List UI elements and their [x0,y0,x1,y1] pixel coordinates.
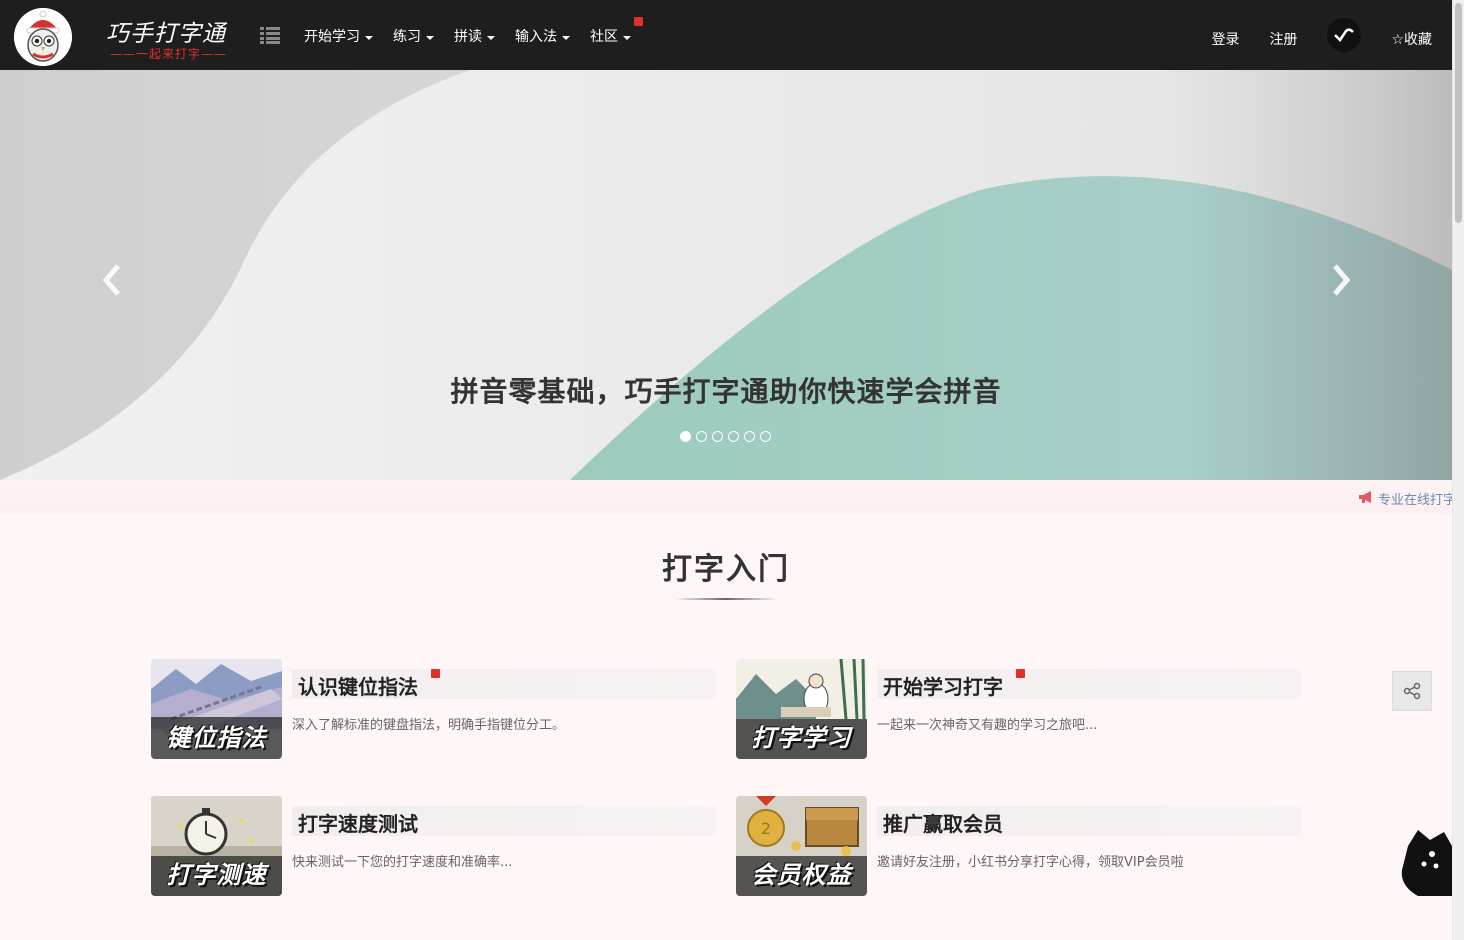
nav-pinyin-reading[interactable]: 拼读 [454,26,495,46]
caret-down-icon [623,36,631,40]
card-title[interactable]: 认识键位指法 [298,671,418,700]
card-thumbnail[interactable]: 打字学习 [736,659,867,759]
owl-logo[interactable] [14,8,72,66]
register-link[interactable]: 注册 [1269,29,1297,49]
chevron-left-icon[interactable] [98,260,128,300]
carousel-caption: 拼音零基础，巧手打字通助你快速学会拼音 [450,375,1002,408]
share-icon [1403,682,1421,700]
caret-down-icon [562,36,570,40]
card-keyboard-fingering[interactable]: 键位指法 认识键位指法 深入了解标准的键盘指法，明确手指键位分工。 [151,659,726,769]
hero-carousel[interactable]: 拼音零基础，巧手打字通助你快速学会拼音 [0,70,1452,480]
announcement-text[interactable]: 专业在线打字 [1378,489,1452,508]
announcement-bar: 专业在线打字 [0,480,1452,514]
card-thumbnail[interactable]: 2 会员权益 [736,796,867,896]
carousel-indicators [680,431,776,442]
carousel-dot[interactable] [728,431,739,442]
carousel-dot[interactable] [680,431,691,442]
brand-subtitle: ——一起来打字—— [110,47,228,61]
top-navbar: 巧手打字通 ——一起来打字—— 开始学习 练习 拼读 输入法 社区 登录 注册 … [0,0,1452,70]
carousel-dot[interactable] [712,431,723,442]
share-button[interactable] [1392,671,1432,711]
caret-down-icon [487,36,495,40]
card-description: 邀请好友注册，小红书分享打字心得，领取VIP会员啦 [877,855,1184,870]
carousel-dot[interactable] [696,431,707,442]
card-promotion-membership[interactable]: 2 会员权益 推广赢取会员 邀请好友注册，小红书分享打字心得，领取VIP会员啦 [736,796,1311,906]
nav-start-learning[interactable]: 开始学习 [304,26,373,46]
card-thumbnail[interactable]: 键位指法 [151,659,282,759]
hot-badge-icon [431,669,440,678]
nav-community[interactable]: 社区 [590,17,643,46]
card-thumb-label: 打字学习 [751,724,852,752]
hot-badge-icon [634,17,643,26]
card-start-typing[interactable]: 打字学习 开始学习打字 一起来一次神奇又有趣的学习之旅吧... [736,659,1311,769]
caret-down-icon [365,36,373,40]
nav-practice[interactable]: 练习 [393,26,434,46]
favorite-link[interactable]: ☆收藏 [1391,29,1432,49]
scrollbar-thumb[interactable] [1455,3,1462,223]
theme-toggle-button[interactable] [1327,18,1362,52]
hot-badge-icon [1016,669,1025,678]
list-icon[interactable] [260,27,280,44]
card-description: 一起来一次神奇又有趣的学习之旅吧... [877,718,1098,733]
svg-text:2: 2 [761,819,771,838]
card-thumb-label: 打字测速 [166,861,267,889]
card-title[interactable]: 打字速度测试 [298,808,418,837]
card-title[interactable]: 推广赢取会员 [883,808,1003,837]
section-title: 打字入门 [662,552,790,587]
nav-input-method[interactable]: 输入法 [515,26,570,46]
brand-name[interactable]: 巧手打字通 [106,14,226,48]
carousel-dot[interactable] [760,431,771,442]
cat-mascot-icon[interactable] [1398,826,1454,902]
page-scrollbar[interactable] [1452,0,1464,940]
chevron-right-icon[interactable] [1325,260,1355,300]
carousel-background [0,70,1452,480]
card-thumb-label: 键位指法 [166,724,267,752]
card-title[interactable]: 开始学习打字 [883,671,1003,700]
title-divider [674,598,778,600]
card-typing-speed-test[interactable]: 打字测速 打字速度测试 快来测试一下您的打字速度和准确率... [151,796,726,906]
carousel-dot[interactable] [744,431,755,442]
card-thumb-label: 会员权益 [751,861,852,889]
check-wave-icon [1334,28,1355,42]
card-thumbnail[interactable]: 打字测速 [151,796,282,896]
card-description: 深入了解标准的键盘指法，明确手指键位分工。 [292,718,566,733]
card-description: 快来测试一下您的打字速度和准确率... [292,855,513,870]
megaphone-icon [1359,491,1371,503]
login-link[interactable]: 登录 [1211,29,1239,49]
caret-down-icon [426,36,434,40]
